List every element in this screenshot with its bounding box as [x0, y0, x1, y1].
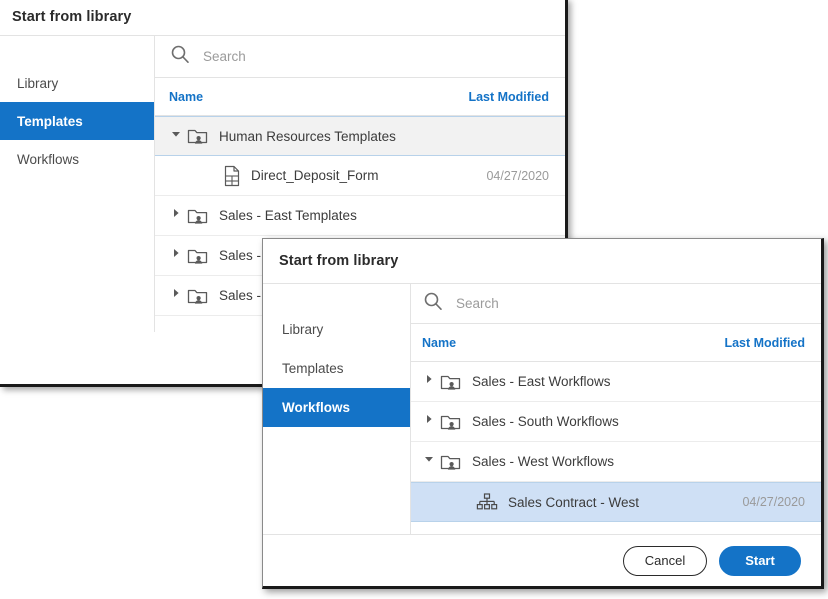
document-icon: [223, 165, 241, 187]
column-header-name[interactable]: Name: [422, 336, 456, 350]
row-name: Sales - South Workflows: [472, 414, 619, 429]
chevron-right-icon[interactable]: [169, 286, 183, 305]
search-bar[interactable]: [411, 284, 821, 324]
page-title: Start from library: [12, 8, 132, 25]
shared-folder-icon: [440, 372, 462, 392]
shared-folder-icon: [187, 246, 209, 266]
sidebar-item-label: Library: [17, 75, 59, 91]
chevron-right-icon[interactable]: [169, 246, 183, 265]
column-header-name[interactable]: Name: [169, 90, 203, 104]
column-header-last-modified[interactable]: Last Modified: [468, 90, 549, 104]
shared-folder-icon: [440, 412, 462, 432]
sidebar-item-templates[interactable]: Templates: [263, 349, 410, 388]
table-row[interactable]: Sales - West Workflows: [411, 442, 821, 482]
column-headers: Name Last Modified: [411, 324, 821, 362]
row-name: Sales - East Workflows: [472, 374, 611, 389]
row-name: Sales - West Workflows: [472, 454, 615, 469]
sidebar-item-label: Workflows: [282, 400, 351, 415]
shared-folder-icon: [440, 452, 462, 472]
table-row[interactable]: Sales - East Workflows: [411, 362, 821, 402]
chevron-right-icon[interactable]: [422, 372, 436, 391]
dialog-footer: Cancel Start: [263, 534, 821, 586]
file-list: Sales - East Workflows Sales - South Work…: [411, 362, 821, 534]
sidebar: Library Templates Workflows: [0, 36, 155, 332]
screen: Start from library Library Templates Workf…: [0, 0, 828, 599]
sidebar-item-label: Templates: [282, 361, 344, 376]
search-input[interactable]: [203, 49, 565, 64]
shared-folder-icon: [187, 126, 209, 146]
page-title: Start from library: [279, 253, 399, 269]
chevron-right-icon[interactable]: [422, 412, 436, 431]
shared-folder-icon: [187, 206, 209, 226]
row-name: Human Resources Templates: [219, 128, 396, 144]
sidebar-item-label: Library: [282, 322, 324, 337]
start-from-library-dialog-foreground: Start from library Library Templates Workf…: [262, 238, 824, 589]
dialog-header: Start from library: [0, 0, 565, 36]
search-input[interactable]: [456, 296, 821, 311]
sidebar-item-workflows[interactable]: Workflows: [0, 140, 154, 178]
twisty-placeholder: [458, 493, 472, 512]
row-last-modified: 04/27/2020: [486, 168, 549, 183]
sidebar: Library Templates Workflows: [263, 284, 411, 534]
dialog-body: Library Templates Workflows Name Last Modi…: [263, 284, 821, 534]
search-icon: [170, 44, 190, 69]
sidebar-item-library[interactable]: Library: [0, 64, 154, 102]
column-headers: Name Last Modified: [155, 78, 565, 116]
sidebar-item-label: Templates: [17, 113, 83, 129]
chevron-down-icon[interactable]: [169, 127, 183, 146]
workflow-icon: [476, 492, 498, 512]
sidebar-item-workflows[interactable]: Workflows: [263, 388, 410, 427]
cancel-button[interactable]: Cancel: [623, 545, 707, 576]
table-row[interactable]: Sales - East Templates: [155, 196, 565, 236]
table-row[interactable]: Human Resources Templates: [155, 116, 565, 156]
sidebar-item-templates[interactable]: Templates: [0, 102, 154, 140]
twisty-placeholder: [205, 166, 219, 185]
shared-folder-icon: [187, 286, 209, 306]
sidebar-item-label: Workflows: [17, 151, 80, 167]
chevron-right-icon[interactable]: [169, 206, 183, 225]
column-header-last-modified[interactable]: Last Modified: [724, 336, 805, 350]
row-last-modified: 04/27/2020: [742, 495, 805, 509]
search-icon: [423, 291, 443, 316]
row-name: Direct_Deposit_Form: [251, 168, 379, 183]
row-name: Sales - East Templates: [219, 208, 357, 223]
table-row[interactable]: Direct_Deposit_Form 04/27/2020: [155, 156, 565, 196]
chevron-down-icon[interactable]: [422, 452, 436, 471]
table-row[interactable]: Sales - South Workflows: [411, 402, 821, 442]
table-row[interactable]: Sales Contract - West 04/27/2020: [411, 482, 821, 522]
search-bar[interactable]: [155, 36, 565, 78]
dialog-header: Start from library: [263, 239, 821, 284]
sidebar-item-library[interactable]: Library: [263, 310, 410, 349]
row-name: Sales Contract - West: [508, 494, 640, 510]
start-button[interactable]: Start: [719, 545, 801, 576]
content-pane: Name Last Modified Sales - East Workflow…: [411, 284, 821, 534]
